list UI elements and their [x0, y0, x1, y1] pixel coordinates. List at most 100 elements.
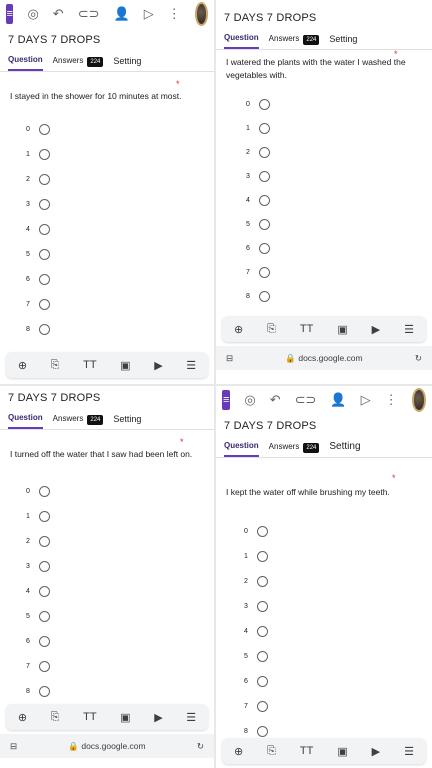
- scale-option[interactable]: 7: [244, 694, 432, 719]
- add-section-icon[interactable]: ☰: [404, 745, 414, 758]
- tab-answers[interactable]: Answers: [53, 411, 84, 428]
- add-video-icon[interactable]: ▶: [372, 323, 380, 336]
- radio-button[interactable]: [258, 194, 270, 206]
- scale-option[interactable]: 6: [246, 236, 432, 260]
- radio-button[interactable]: [258, 98, 270, 110]
- scale-option[interactable]: 6: [26, 267, 214, 292]
- scale-option[interactable]: 1: [26, 504, 214, 529]
- url-text[interactable]: 🔒 docs.google.com: [285, 353, 362, 364]
- scale-option[interactable]: 8: [26, 679, 214, 704]
- tabs-icon[interactable]: ⊟: [10, 741, 17, 752]
- scale-option[interactable]: 5: [246, 212, 432, 236]
- scale-option[interactable]: 4: [26, 217, 214, 242]
- radio-button[interactable]: [258, 242, 270, 254]
- add-section-icon[interactable]: ☰: [186, 359, 196, 372]
- radio-button[interactable]: [38, 324, 50, 335]
- add-video-icon[interactable]: ▶: [154, 359, 162, 372]
- reload-icon[interactable]: ↻: [197, 741, 204, 752]
- add-question-icon[interactable]: ⊕: [234, 323, 243, 336]
- add-video-icon[interactable]: ▶: [372, 745, 380, 758]
- radio-button[interactable]: [258, 170, 270, 182]
- tab-answers[interactable]: Answers: [53, 53, 84, 70]
- radio-button[interactable]: [38, 586, 50, 597]
- add-image-icon[interactable]: ▣: [120, 359, 130, 372]
- tab-question[interactable]: Question: [8, 410, 43, 429]
- scale-option[interactable]: 3: [246, 164, 432, 188]
- add-video-icon[interactable]: ▶: [154, 711, 162, 724]
- scale-option[interactable]: 8: [246, 284, 432, 308]
- import-questions-icon[interactable]: ⎘: [51, 711, 60, 724]
- radio-button[interactable]: [258, 122, 270, 134]
- tab-answers[interactable]: Answers: [269, 31, 300, 48]
- radio-button[interactable]: [258, 218, 270, 230]
- import-questions-icon[interactable]: ⎘: [267, 745, 276, 758]
- radio-button[interactable]: [258, 146, 270, 158]
- undo-icon[interactable]: ↶: [270, 392, 281, 408]
- question-text[interactable]: * I stayed in the shower for 10 minutes …: [0, 72, 214, 117]
- scale-option[interactable]: 0: [244, 519, 432, 544]
- scale-option[interactable]: 8: [26, 317, 214, 342]
- tab-setting[interactable]: Setting: [113, 411, 141, 429]
- radio-button[interactable]: [38, 174, 50, 185]
- radio-button[interactable]: [258, 266, 270, 278]
- avatar[interactable]: [194, 2, 208, 26]
- add-collaborator-icon[interactable]: 👤: [114, 6, 130, 22]
- url-text[interactable]: 🔒 docs.google.com: [68, 741, 145, 752]
- radio-button[interactable]: [38, 224, 50, 235]
- scale-option[interactable]: 1: [246, 116, 432, 140]
- link-icon[interactable]: ⊂⊃: [78, 6, 100, 22]
- add-collaborator-icon[interactable]: 👤: [330, 392, 346, 408]
- scale-option[interactable]: 1: [26, 142, 214, 167]
- scale-option[interactable]: 7: [246, 260, 432, 284]
- tab-question[interactable]: Question: [8, 52, 43, 71]
- add-title-icon[interactable]: TT: [83, 359, 96, 371]
- radio-button[interactable]: [38, 299, 50, 310]
- radio-button[interactable]: [38, 199, 50, 210]
- undo-icon[interactable]: ↶: [53, 6, 64, 22]
- radio-button[interactable]: [38, 536, 50, 547]
- add-section-icon[interactable]: ☰: [404, 323, 414, 336]
- forms-logo-icon[interactable]: ≡: [6, 4, 14, 24]
- question-text[interactable]: * I kept the water off while brushing my…: [216, 458, 432, 519]
- import-questions-icon[interactable]: ⎘: [267, 323, 276, 336]
- add-image-icon[interactable]: ▣: [337, 745, 347, 758]
- radio-button[interactable]: [38, 511, 50, 522]
- radio-button[interactable]: [38, 636, 50, 647]
- scale-option[interactable]: 6: [244, 669, 432, 694]
- scale-option[interactable]: 4: [246, 188, 432, 212]
- radio-button[interactable]: [256, 726, 268, 737]
- add-section-icon[interactable]: ☰: [186, 711, 196, 724]
- more-icon[interactable]: ⋮: [385, 392, 398, 408]
- scale-option[interactable]: 4: [26, 579, 214, 604]
- scale-option[interactable]: 2: [246, 140, 432, 164]
- radio-button[interactable]: [38, 274, 50, 285]
- scale-option[interactable]: 2: [26, 529, 214, 554]
- avatar[interactable]: [411, 388, 426, 412]
- tab-answers[interactable]: Answers: [269, 439, 300, 456]
- forms-logo-icon[interactable]: ≡: [222, 390, 231, 410]
- radio-button[interactable]: [38, 486, 50, 497]
- radio-button[interactable]: [256, 701, 268, 712]
- radio-button[interactable]: [38, 686, 50, 697]
- tabs-icon[interactable]: ⊟: [226, 353, 233, 364]
- add-title-icon[interactable]: TT: [300, 323, 313, 335]
- send-icon[interactable]: ▷: [144, 6, 154, 22]
- palette-icon[interactable]: ◎: [244, 392, 255, 408]
- scale-option[interactable]: 6: [26, 629, 214, 654]
- scale-option[interactable]: 4: [244, 619, 432, 644]
- radio-button[interactable]: [38, 124, 50, 135]
- scale-option[interactable]: 2: [244, 569, 432, 594]
- more-icon[interactable]: ⋮: [168, 6, 181, 22]
- browser-url-bar[interactable]: ⊟ 🔒 docs.google.com ↻: [216, 346, 432, 370]
- radio-button[interactable]: [256, 576, 268, 587]
- scale-option[interactable]: 3: [26, 192, 214, 217]
- scale-option[interactable]: 7: [26, 292, 214, 317]
- scale-option[interactable]: 0: [26, 117, 214, 142]
- question-text[interactable]: * I watered the plants with the water I …: [216, 49, 432, 98]
- add-title-icon[interactable]: TT: [300, 745, 313, 757]
- tab-setting[interactable]: Setting: [113, 53, 141, 71]
- tab-question[interactable]: Question: [224, 30, 259, 49]
- add-image-icon[interactable]: ▣: [337, 323, 347, 336]
- add-title-icon[interactable]: TT: [83, 711, 96, 723]
- import-questions-icon[interactable]: ⎘: [51, 359, 60, 372]
